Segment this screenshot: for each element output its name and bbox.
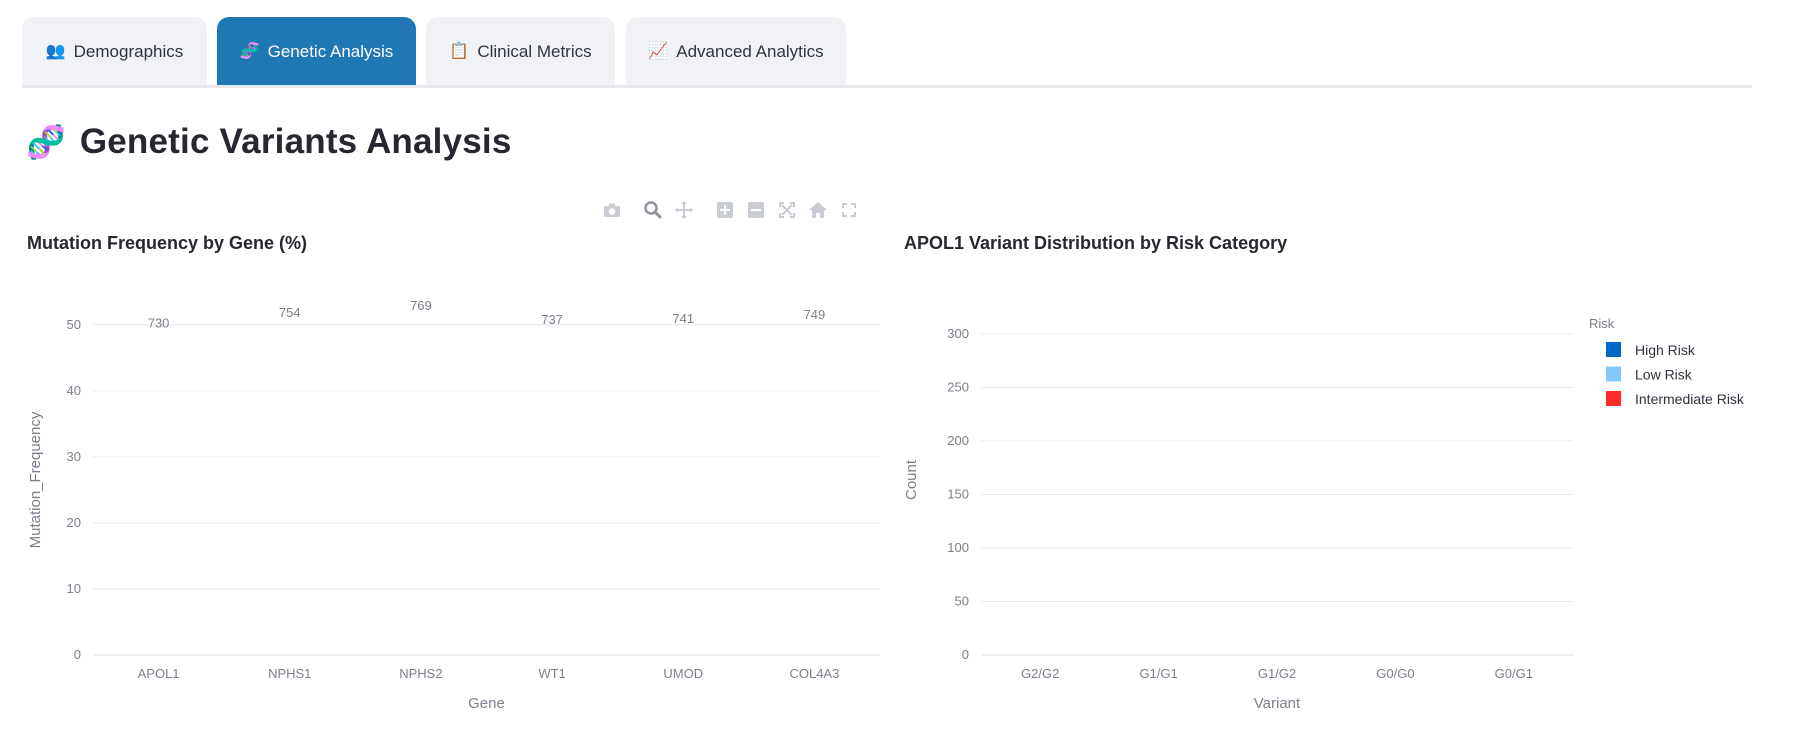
y-tick-label: 50 <box>955 593 969 608</box>
bar-data-label: 749 <box>804 307 826 322</box>
x-tick-label: UMOD <box>663 666 703 681</box>
legend-label: Low Risk <box>1635 367 1693 383</box>
x-tick-label: NPHS1 <box>268 666 311 681</box>
y-axis-title: Mutation_Frequency <box>27 411 44 548</box>
y-tick-label: 30 <box>67 449 81 464</box>
x-axis-title: Gene <box>468 695 505 712</box>
x-tick-label: G0/G1 <box>1495 666 1533 681</box>
y-tick-label: 150 <box>947 486 969 501</box>
x-tick-label: G1/G2 <box>1258 666 1296 681</box>
x-tick-label: G2/G2 <box>1021 666 1059 681</box>
y-axis-title: Count <box>903 459 920 500</box>
legend-label: High Risk <box>1635 342 1696 358</box>
mutation-frequency-chart[interactable]: 0 10 20 30 40 50 APOL1 730 NPHS1 754 NPHS2 769 WT1 73… <box>0 0 1807 753</box>
bar-data-label: 730 <box>148 315 170 330</box>
x-tick-label: NPHS2 <box>399 666 442 681</box>
y-tick-label: 200 <box>947 433 969 448</box>
bar-data-label: 737 <box>541 312 563 327</box>
y-tick-label: 100 <box>947 540 969 555</box>
bar-data-label: 769 <box>410 298 432 313</box>
y-tick-label: 10 <box>67 581 81 596</box>
y-tick-label: 0 <box>74 647 81 662</box>
legend-swatch <box>1606 342 1621 357</box>
y-tick-label: 20 <box>67 515 81 530</box>
x-tick-label: G0/G0 <box>1376 666 1414 681</box>
y-tick-label: 50 <box>67 317 81 332</box>
legend-title: Risk <box>1589 316 1615 331</box>
bar-data-label: 754 <box>279 305 301 320</box>
y-tick-label: 40 <box>67 383 81 398</box>
legend-swatch <box>1606 391 1621 406</box>
y-tick-label: 0 <box>962 647 969 662</box>
legend-swatch <box>1606 366 1621 382</box>
x-tick-label: APOL1 <box>138 666 180 681</box>
legend-label: Intermediate Risk <box>1635 391 1745 407</box>
y-tick-label: 250 <box>947 379 969 394</box>
x-tick-label: WT1 <box>538 666 565 681</box>
bar-data-label: 741 <box>672 311 694 326</box>
x-tick-label: G1/G1 <box>1139 666 1177 681</box>
y-tick-label: 300 <box>947 326 969 341</box>
x-axis-title: Variant <box>1254 695 1301 712</box>
x-tick-label: COL4A3 <box>789 666 839 681</box>
